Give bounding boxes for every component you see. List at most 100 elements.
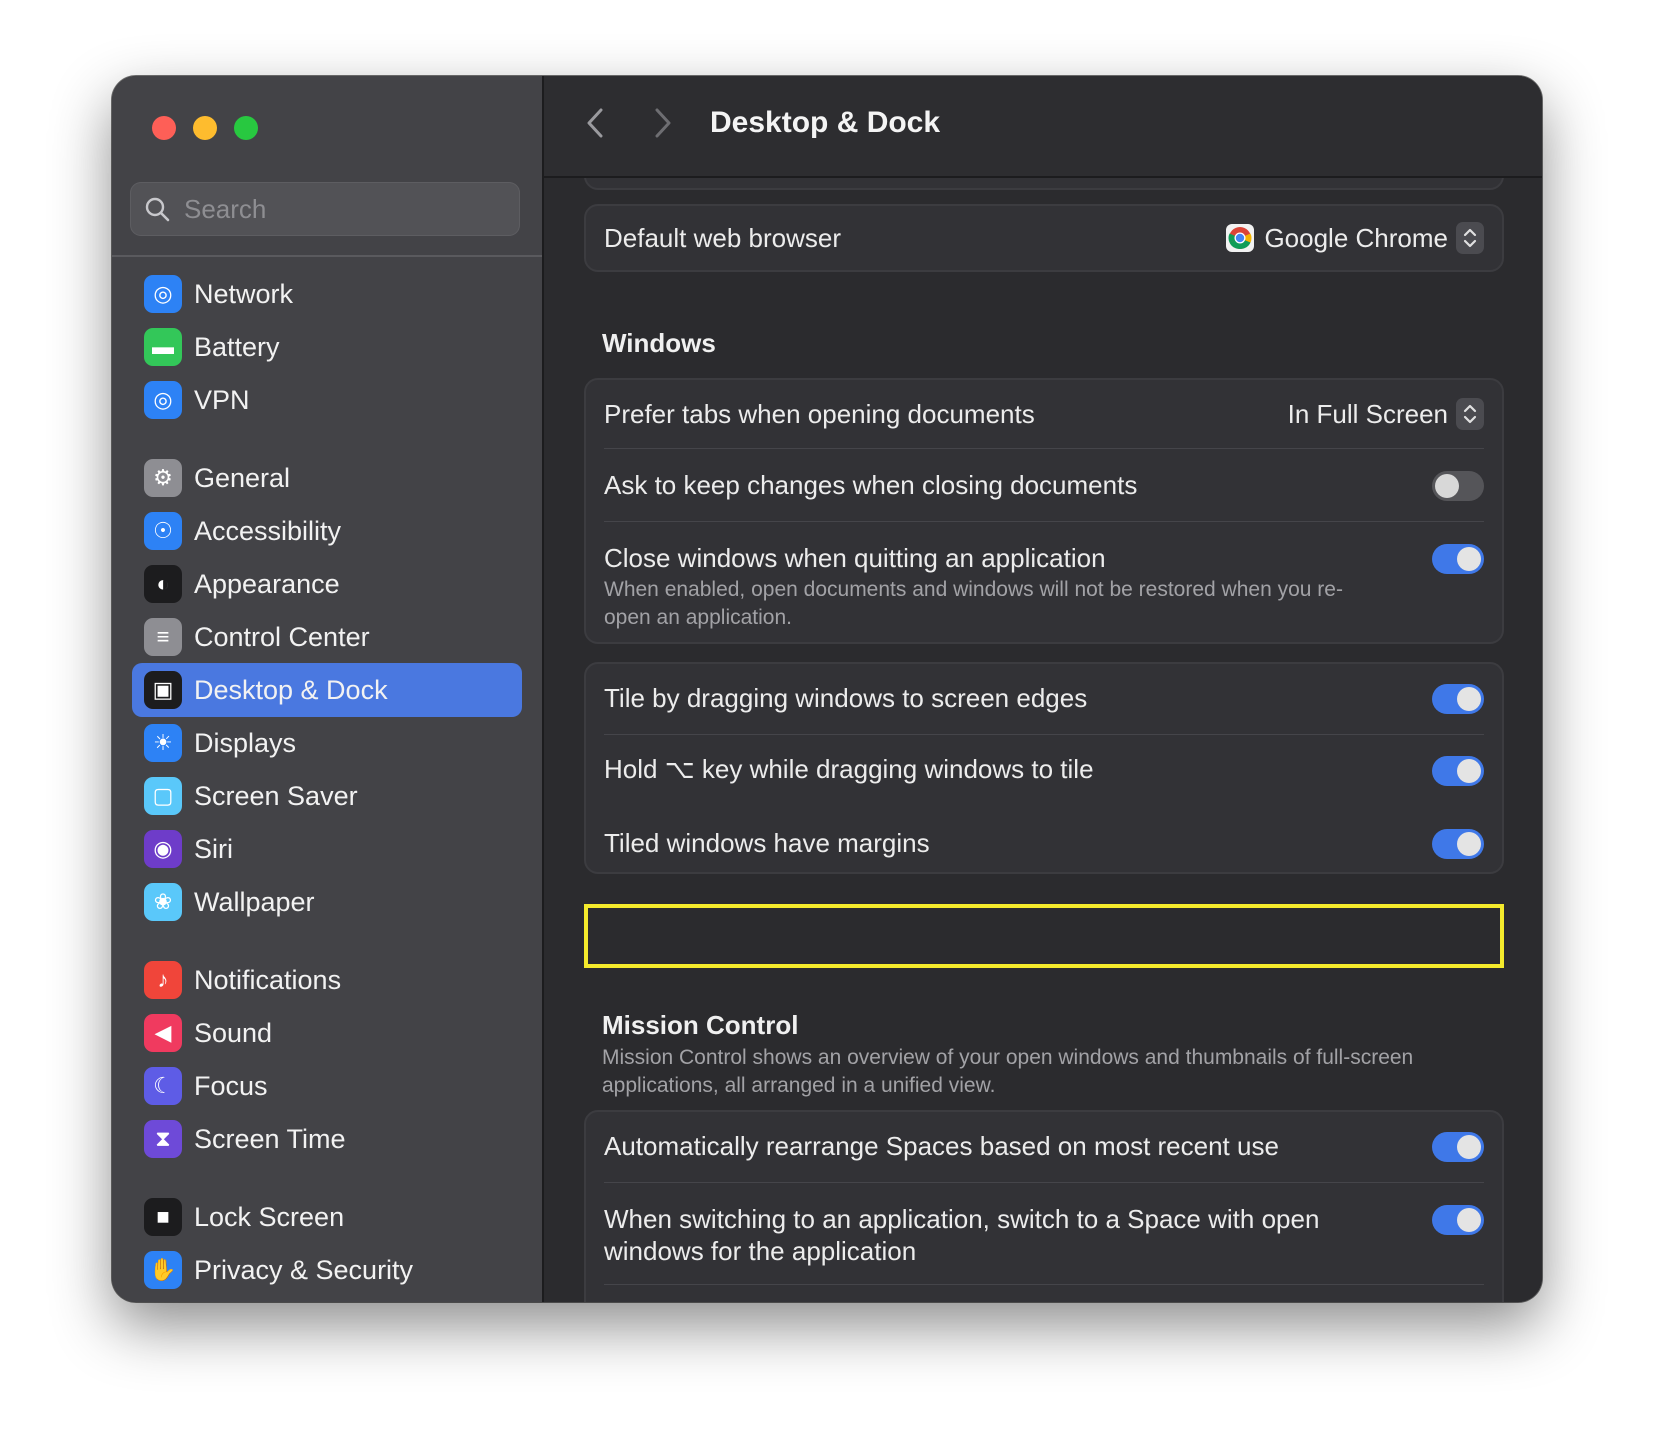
tiled-margins-toggle[interactable] [1432, 829, 1484, 859]
sidebar-item-focus[interactable]: ☾ Focus [132, 1059, 522, 1113]
zoom-button[interactable] [234, 116, 258, 140]
sidebar-item-screen-saver[interactable]: ▢ Screen Saver [132, 769, 522, 823]
sidebar-item-notifications[interactable]: ♪ Notifications [132, 953, 522, 1007]
flower-icon: ❀ [144, 883, 182, 921]
switch-space-row: When switching to an application, switch… [604, 1183, 1484, 1283]
close-windows-label: Close windows when quitting an applicati… [604, 543, 1106, 573]
ask-keep-changes-toggle[interactable] [1432, 471, 1484, 501]
sidebar-item-screen-time[interactable]: ⧗ Screen Time [132, 1112, 522, 1166]
accessibility-icon: ☉ [144, 512, 182, 550]
default-browser-card: Default web browser Google Chrome [584, 204, 1504, 272]
hold-option-label: Hold ⌥ key while dragging windows to til… [604, 754, 1094, 784]
auto-rearrange-label: Automatically rearrange Spaces based on … [604, 1131, 1279, 1161]
sidebar-item-general[interactable]: ⚙ General [132, 451, 522, 505]
windows-section-title: Windows [602, 328, 716, 358]
prefer-tabs-popup[interactable]: In Full Screen [1288, 398, 1484, 430]
sidebar-item-lock-screen[interactable]: ■ Lock Screen [132, 1190, 522, 1244]
sidebar-item-wallpaper[interactable]: ❀ Wallpaper [132, 875, 522, 929]
sidebar-item-label: Screen Time [194, 1123, 346, 1154]
globe-icon: ◎ [144, 275, 182, 313]
prefer-tabs-label: Prefer tabs when opening documents [604, 399, 1035, 429]
ask-keep-changes-label: Ask to keep changes when closing documen… [604, 470, 1138, 500]
hourglass-icon: ⧗ [144, 1120, 182, 1158]
sidebar-item-siri[interactable]: ◉ Siri [132, 822, 522, 876]
sidebar-item-desktop-and-dock[interactable]: ▣ Desktop & Dock [132, 663, 522, 717]
bell-icon: ♪ [144, 961, 182, 999]
sidebar-item-appearance[interactable]: ◐ Appearance [132, 557, 522, 611]
chevron-left-icon [587, 108, 603, 138]
sidebar-item-accessibility[interactable]: ☉ Accessibility [132, 504, 522, 558]
popup-stepper-icon [1456, 398, 1484, 430]
tiled-margins-label: Tiled windows have margins [604, 828, 930, 858]
search-icon [145, 197, 170, 222]
default-browser-popup[interactable]: Google Chrome [1226, 222, 1484, 254]
sidebar-item-battery[interactable]: ▬ Battery [132, 320, 522, 374]
close-windows-toggle[interactable] [1432, 544, 1484, 574]
sidebar-list[interactable]: ◎ Network ▬ Battery ◎ VPN ⚙ General ☉ Accessibili… [112, 257, 542, 1302]
minimize-button[interactable] [193, 116, 217, 140]
mission-control-card: Automatically rearrange Spaces based on … [584, 1110, 1504, 1302]
control-center-icon: ≡ [144, 618, 182, 656]
sidebar-item-label: Battery [194, 331, 280, 362]
sidebar-item-label: Privacy & Security [194, 1254, 414, 1285]
dock-icon: ▣ [144, 671, 182, 709]
sidebar-item-privacy-and-security[interactable]: ✋ Privacy & Security [132, 1243, 522, 1297]
search-input[interactable] [182, 192, 506, 226]
previous-card [584, 178, 1504, 190]
switch-space-label: When switching to an application, switch… [604, 1204, 1320, 1266]
auto-rearrange-row: Automatically rearrange Spaces based on … [604, 1112, 1484, 1182]
forward-button[interactable] [652, 106, 674, 149]
settings-window: ◎ Network ▬ Battery ◎ VPN ⚙ General ☉ Accessibili… [112, 76, 1542, 1302]
default-browser-value: Google Chrome [1264, 222, 1448, 253]
sidebar-item-label: Accessibility [194, 515, 342, 546]
screen-saver-icon: ▢ [144, 777, 182, 815]
sidebar-item-label: Control Center [194, 621, 370, 652]
search-field[interactable] [130, 182, 520, 236]
tile-drag-label: Tile by dragging windows to screen edges [604, 683, 1088, 713]
auto-rearrange-toggle[interactable] [1432, 1132, 1484, 1162]
appearance-icon: ◐ [144, 565, 182, 603]
settings-content[interactable]: Default web browser Google Chrome Window… [544, 178, 1542, 1302]
sidebar-item-label: Network [194, 278, 294, 309]
toolbar: Desktop & Dock [544, 76, 1542, 178]
sidebar-item-control-center[interactable]: ≡ Control Center [132, 610, 522, 664]
speaker-icon: ◀ [144, 1014, 182, 1052]
moon-icon: ☾ [144, 1067, 182, 1105]
window-controls [152, 116, 258, 140]
sidebar-item-label: Desktop & Dock [194, 674, 388, 705]
sidebar-item-displays[interactable]: ☀ Displays [132, 716, 522, 770]
vpn-globe-icon: ◎ [144, 381, 182, 419]
sun-icon: ☀ [144, 724, 182, 762]
sidebar-item-label: VPN [194, 384, 250, 415]
sidebar-item-sound[interactable]: ◀ Sound [132, 1006, 522, 1060]
battery-icon: ▬ [144, 328, 182, 366]
sidebar-item-label: Wallpaper [194, 886, 315, 917]
tile-drag-toggle[interactable] [1432, 684, 1484, 714]
highlight-box [584, 904, 1504, 968]
default-browser-row: Default web browser Google Chrome [604, 206, 1484, 270]
sidebar-item-network[interactable]: ◎ Network [132, 267, 522, 321]
lock-icon: ■ [144, 1198, 182, 1236]
tiling-card: Tile by dragging windows to screen edges… [584, 662, 1504, 874]
sidebar-item-vpn[interactable]: ◎ VPN [132, 373, 522, 427]
sidebar-item-label: Screen Saver [194, 780, 358, 811]
popup-stepper-icon [1456, 222, 1484, 254]
back-button[interactable] [584, 106, 606, 149]
page-title: Desktop & Dock [710, 106, 941, 139]
tile-drag-row: Tile by dragging windows to screen edges [604, 664, 1484, 734]
row-divider [604, 1284, 1484, 1285]
close-windows-description: When enabled, open documents and windows… [604, 578, 1343, 629]
chrome-icon [1226, 224, 1255, 252]
close-button[interactable] [152, 116, 176, 140]
close-windows-row: Close windows when quitting an applicati… [604, 522, 1484, 640]
sidebar-item-label: Lock Screen [194, 1201, 345, 1232]
prefer-tabs-value: In Full Screen [1287, 398, 1448, 429]
prefer-tabs-row: Prefer tabs when opening documents In Fu… [604, 380, 1484, 448]
sidebar-item-label: Appearance [194, 568, 340, 599]
hold-option-toggle[interactable] [1432, 756, 1484, 786]
hold-option-row: Hold ⌥ key while dragging windows to til… [604, 735, 1484, 807]
sidebar-item-label: Focus [194, 1070, 268, 1101]
switch-space-toggle[interactable] [1432, 1205, 1484, 1235]
default-browser-label: Default web browser [604, 223, 841, 253]
sidebar-item-label: General [194, 462, 291, 493]
